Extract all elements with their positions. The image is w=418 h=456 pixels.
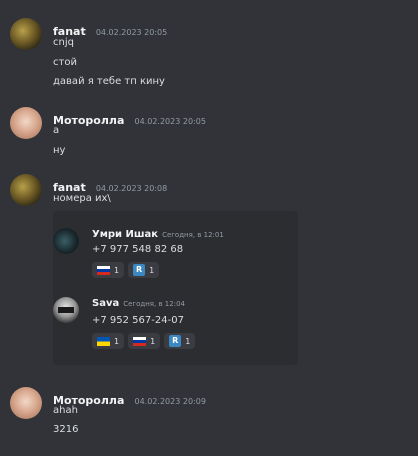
timestamp[interactable]: 04.02.2023 20:05 xyxy=(96,28,167,37)
message-header: Моторолла 04.02.2023 20:09 xyxy=(53,389,206,407)
reaction-count: 1 xyxy=(114,336,120,346)
message-text: а xyxy=(53,125,60,136)
reaction-count: 1 xyxy=(114,265,120,275)
message-text: cnjq xyxy=(53,37,74,48)
timestamp[interactable]: 04.02.2023 20:05 xyxy=(135,117,206,126)
message-text: ahah xyxy=(53,405,78,416)
reaction-flag-ukraine[interactable]: 1 xyxy=(92,333,125,349)
regional-r-icon: R xyxy=(133,264,146,276)
flag-ukraine-icon xyxy=(97,336,110,346)
forwarded-timestamp: Сегодня, в 12:04 xyxy=(123,300,185,308)
avatar xyxy=(53,297,79,323)
forwarded-username: Умри Ишак Сегодня, в 12:01 xyxy=(92,229,224,240)
reaction-count: 1 xyxy=(149,265,155,275)
flag-russia-icon xyxy=(133,336,147,346)
message-text: стой xyxy=(53,57,77,68)
reaction-count: 1 xyxy=(150,336,156,346)
regional-r-icon: R xyxy=(169,335,182,347)
message-text: давай я тебе тп кину xyxy=(53,76,165,87)
message-header: fanat 04.02.2023 20:05 xyxy=(53,20,167,38)
message-text: ну xyxy=(53,145,66,156)
reaction-regional-r[interactable]: R 1 xyxy=(164,333,196,349)
reaction-regional-r[interactable]: R 1 xyxy=(128,262,160,278)
message-text: номера их\ xyxy=(53,193,111,204)
avatar xyxy=(53,228,79,254)
username[interactable]: Моторолла xyxy=(53,114,124,127)
reactions-bar: 1 R 1 xyxy=(92,262,160,278)
forwarded-timestamp: Сегодня, в 12:01 xyxy=(162,231,224,239)
timestamp[interactable]: 04.02.2023 20:08 xyxy=(96,184,167,193)
avatar[interactable] xyxy=(10,174,42,206)
forwarded-username-label: Sava xyxy=(92,298,120,309)
forwarded-username: Sava Сегодня, в 12:04 xyxy=(92,298,185,309)
forwarded-username-label: Умри Ишак xyxy=(92,229,159,240)
message-text: 3216 xyxy=(53,424,79,435)
timestamp[interactable]: 04.02.2023 20:09 xyxy=(135,397,206,406)
reaction-flag-russia[interactable]: 1 xyxy=(128,333,161,349)
reaction-flag-russia[interactable]: 1 xyxy=(92,262,125,278)
forwarded-text: +7 977 548 82 68 xyxy=(92,244,184,255)
reactions-bar: 1 1 R 1 xyxy=(92,333,196,349)
reaction-count: 1 xyxy=(185,336,191,346)
forwarded-messages-embed[interactable]: Умри Ишак Сегодня, в 12:01 +7 977 548 82 … xyxy=(53,211,298,365)
forwarded-text: +7 952 567-24-07 xyxy=(92,315,184,326)
message-header: fanat 04.02.2023 20:08 xyxy=(53,176,167,194)
avatar[interactable] xyxy=(10,18,42,50)
flag-russia-icon xyxy=(97,265,110,275)
avatar[interactable] xyxy=(10,107,42,139)
avatar[interactable] xyxy=(10,387,42,419)
message-header: Моторолла 04.02.2023 20:05 xyxy=(53,109,206,127)
